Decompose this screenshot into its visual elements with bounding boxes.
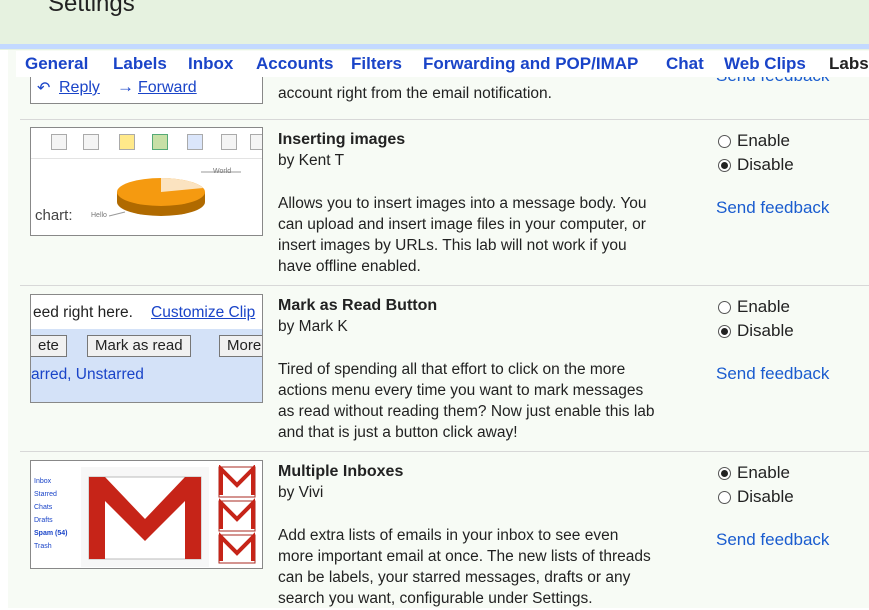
lab-title: Inserting images (278, 131, 406, 148)
lab-description-tail: account right from the email notificatio… (278, 85, 552, 102)
lab-thumbnail-multiple-inboxes: Inbox Starred Chats Drafts Spam (54) Tra… (30, 460, 263, 569)
lab-description-line: and that is just a button click away! (278, 424, 518, 441)
row-divider (20, 451, 869, 452)
lab-description-line: Allows you to insert images into a messa… (278, 195, 647, 212)
lab-description-line: actions menu every time you want to mark… (278, 382, 644, 399)
tab-forwarding-pop-imap[interactable]: Forwarding and POP/IMAP (423, 54, 638, 74)
thumb-nav-item: Chats (34, 504, 53, 511)
lab-description-line: insert images by URLs. This lab will not… (278, 237, 627, 254)
disable-option[interactable]: Disable (718, 321, 794, 341)
tab-accounts[interactable]: Accounts (256, 54, 333, 74)
enable-radio[interactable] (718, 134, 731, 148)
row-divider (20, 285, 869, 286)
thumb-nav-item: Drafts (34, 517, 53, 524)
disable-label: Disable (737, 487, 794, 506)
send-feedback-link[interactable]: Send feedback (716, 198, 829, 218)
lab-author: by Kent T (278, 152, 345, 169)
thumb-customize-link: Customize Clip (151, 304, 256, 321)
pie-legend-world: World (213, 168, 232, 175)
pie-legend-hello: Hello (91, 212, 107, 219)
enable-label: Enable (737, 463, 790, 482)
link-icon (187, 134, 203, 150)
tab-web-clips[interactable]: Web Clips (724, 54, 806, 74)
thumb-starred-text: arred, Unstarred (31, 366, 144, 383)
thumb-nav-item: Starred (34, 491, 57, 498)
lab-description-line: as read without reading them? Now just e… (278, 403, 655, 420)
header-rule (0, 44, 869, 49)
thumb-reply-link: Reply (59, 79, 100, 96)
list-icon (221, 134, 237, 150)
thumb-mark-as-read-button: Mark as read (87, 335, 191, 357)
gmail-envelope-icon (81, 467, 209, 567)
lab-title: Multiple Inboxes (278, 463, 404, 480)
text-format-icon (51, 134, 67, 150)
indent-icon (250, 134, 262, 150)
thumb-nav-item: Trash (34, 543, 52, 550)
tab-inbox[interactable]: Inbox (188, 54, 233, 74)
disable-option[interactable]: Disable (718, 155, 794, 175)
disable-radio[interactable] (718, 158, 731, 172)
lab-description-line: can be labels, your starred messages, dr… (278, 569, 631, 586)
lab-description-line: have offline enabled. (278, 258, 421, 275)
insert-image-icon (152, 134, 168, 150)
lab-description-line: more important email at once. The new li… (278, 548, 651, 565)
lab-description-line: Add extra lists of emails in your inbox … (278, 527, 619, 544)
lab-title: Mark as Read Button (278, 297, 438, 314)
page-title: Settings (48, 0, 135, 17)
disable-radio[interactable] (718, 490, 731, 504)
enable-label: Enable (737, 131, 790, 150)
disable-option[interactable]: Disable (718, 487, 794, 507)
send-feedback-link[interactable]: Send feedback (716, 364, 829, 384)
disable-label: Disable (737, 155, 794, 174)
reply-arrow-icon: ↶ (37, 80, 51, 97)
lab-description-line: Tired of spending all that effort to cli… (278, 361, 626, 378)
thumb-text: eed right here. (33, 304, 133, 321)
lab-description-line: can upload and insert image files in you… (278, 216, 646, 233)
disable-label: Disable (737, 321, 794, 340)
gmail-logo-stack-icon (218, 465, 256, 564)
settings-tabs: General Labels Inbox Accounts Filters Fo… (16, 51, 869, 77)
lab-description-line: search you want, configurable under Sett… (278, 590, 593, 607)
tab-labels[interactable]: Labels (113, 54, 167, 74)
thumb-nav-item: Inbox (34, 478, 52, 485)
page-header: Settings (0, 0, 869, 50)
enable-option[interactable]: Enable (718, 297, 790, 317)
tab-chat[interactable]: Chat (666, 54, 704, 74)
thumb-chart-label: chart: (35, 207, 73, 224)
tab-labs[interactable]: Labs (829, 54, 869, 74)
emoticon-icon (119, 134, 135, 150)
lab-author: by Vivi (278, 484, 324, 501)
enable-label: Enable (737, 297, 790, 316)
thumb-forward-link: Forward (138, 79, 197, 96)
thumb-nav-list: Inbox Starred Chats Drafts Spam (54) Tra… (34, 475, 67, 553)
enable-radio[interactable] (718, 300, 731, 314)
lab-thumbnail-inserting-images: World Hello chart: (30, 127, 263, 236)
forward-arrow-icon: → (117, 77, 134, 96)
lab-author: by Mark K (278, 318, 348, 335)
pie-chart-thumbnail (108, 171, 241, 217)
enable-radio[interactable] (718, 466, 731, 480)
enable-option[interactable]: Enable (718, 131, 790, 151)
enable-option[interactable]: Enable (718, 463, 790, 483)
text-color-icon (83, 134, 99, 150)
tab-general[interactable]: General (25, 54, 88, 74)
tab-filters[interactable]: Filters (351, 54, 402, 74)
lab-thumbnail-mark-as-read: eed right here. Customize Clip ete Mark … (30, 294, 263, 403)
send-feedback-link[interactable]: Send feedback (716, 530, 829, 550)
thumb-more-button: More (219, 335, 262, 357)
thumb-delete-button: ete (31, 335, 67, 357)
thumb-nav-item: Spam (54) (34, 530, 68, 537)
disable-radio[interactable] (718, 324, 731, 338)
row-divider (20, 119, 869, 120)
